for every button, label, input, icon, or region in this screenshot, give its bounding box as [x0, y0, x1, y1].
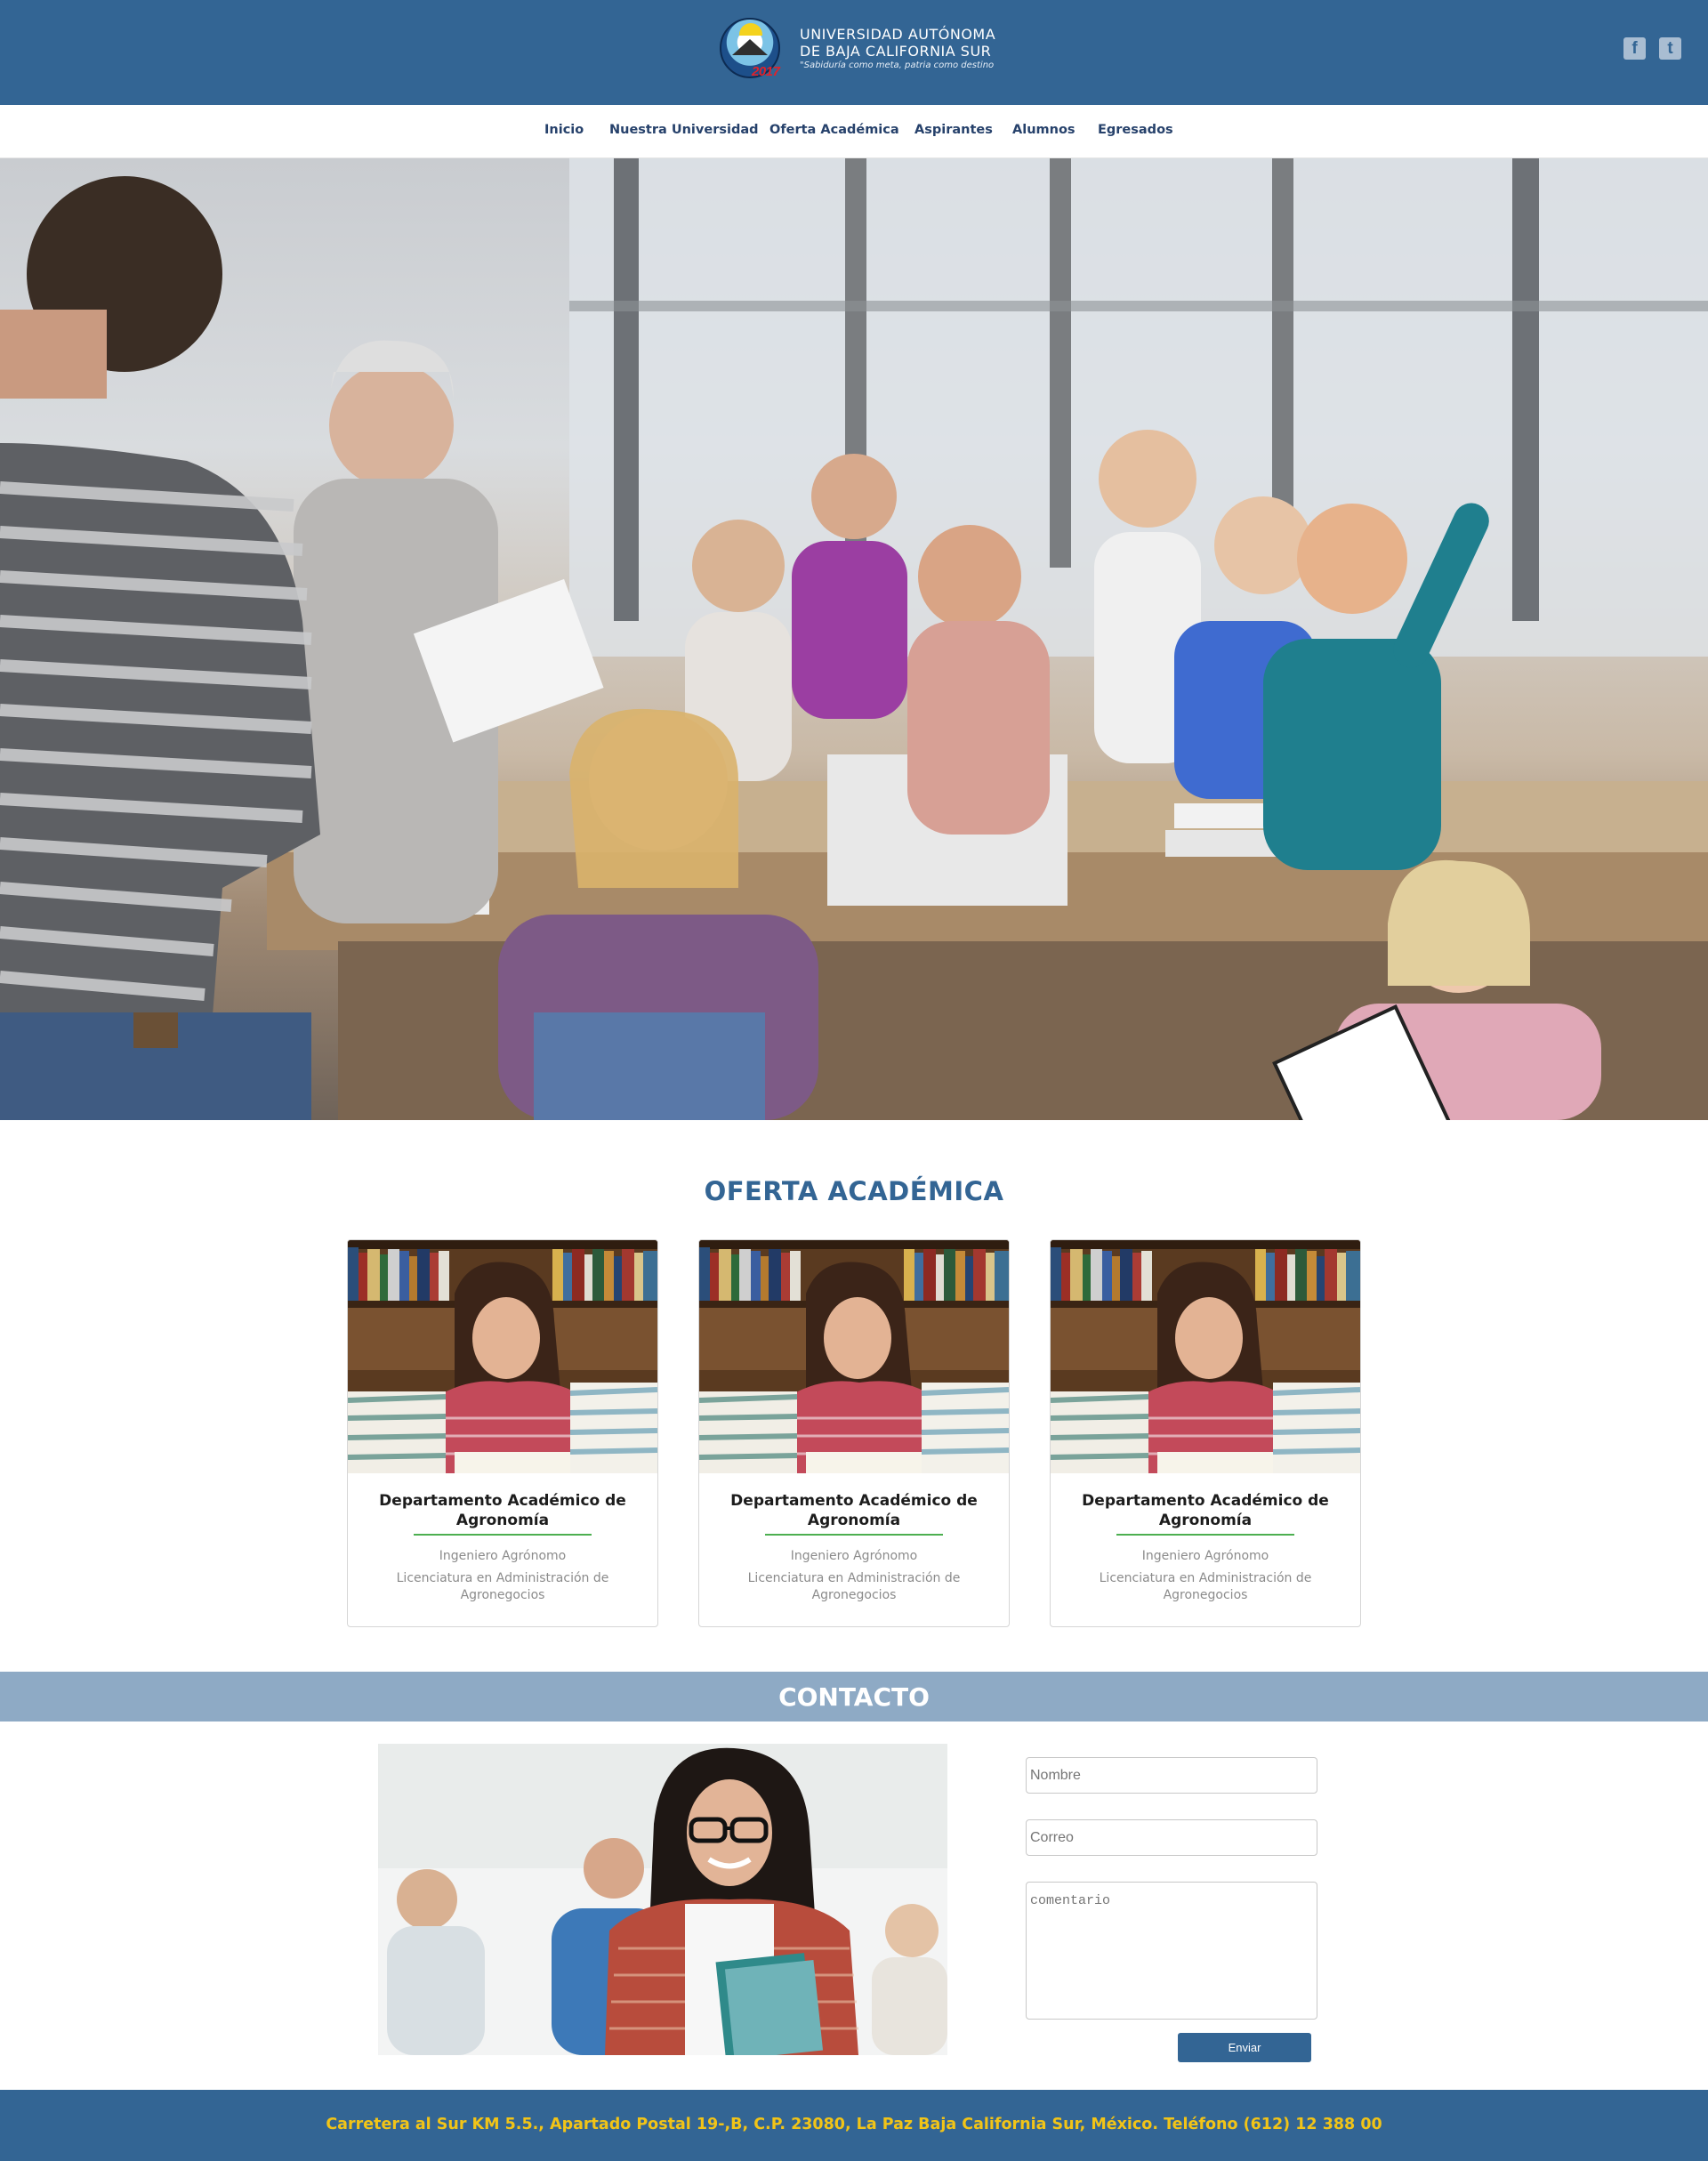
brand-text: UNIVERSIDAD AUTÓNOMA DE BAJA CALIFORNIA … — [800, 26, 995, 72]
program-item[interactable]: Agronegocios — [366, 1587, 640, 1604]
program-item[interactable]: Licenciatura en Administración de — [366, 1570, 640, 1587]
nav-item-oferta-academica[interactable]: Oferta Académica — [769, 123, 899, 137]
hero-image — [0, 158, 1708, 1120]
enviar-button[interactable]: Enviar — [1178, 2033, 1311, 2062]
site-header: 2017 UNIVERSIDAD AUTÓNOMA DE BAJA CALIFO… — [0, 0, 1708, 105]
student-studying-photo — [348, 1240, 657, 1473]
university-brand[interactable]: 2017 UNIVERSIDAD AUTÓNOMA DE BAJA CALIFO… — [718, 16, 1003, 82]
contacto-title: CONTACTO — [778, 1682, 930, 1712]
comentario-field[interactable] — [1026, 1882, 1317, 2020]
correo-field[interactable] — [1026, 1819, 1317, 1856]
title-underline — [1116, 1534, 1294, 1536]
student-studying-photo — [1051, 1240, 1360, 1473]
classroom-photo — [0, 158, 1708, 1120]
main-nav: Inicio Nuestra Universidad Oferta Académ… — [0, 105, 1708, 158]
brand-line-2: DE BAJA CALIFORNIA SUR — [800, 43, 992, 60]
nombre-field[interactable] — [1026, 1757, 1317, 1794]
program-item[interactable]: Licenciatura en Administración de — [717, 1570, 991, 1587]
program-card-title: Departamento Académico de Agronomía — [730, 1492, 978, 1529]
university-seal-icon: 2017 — [718, 16, 794, 82]
nav-item-nuestra-universidad[interactable]: Nuestra Universidad — [609, 123, 759, 137]
program-card-title: Departamento Académico de Agronomía — [379, 1492, 626, 1529]
oferta-academica-title: OFERTA ACADÉMICA — [704, 1176, 1004, 1206]
nav-item-inicio[interactable]: Inicio — [544, 123, 584, 137]
nav-item-egresados[interactable]: Egresados — [1098, 123, 1173, 137]
title-underline — [414, 1534, 592, 1536]
seal-year: 2017 — [752, 64, 780, 79]
facebook-icon[interactable]: f — [1623, 37, 1646, 60]
program-item[interactable]: Agronegocios — [717, 1587, 991, 1604]
program-item[interactable]: Ingeniero Agrónomo — [1068, 1548, 1342, 1565]
brand-motto: "Sabiduría como meta, patria como destin… — [800, 60, 995, 70]
program-card-title: Departamento Académico de Agronomía — [1082, 1492, 1329, 1529]
nav-item-alumnos[interactable]: Alumnos — [1012, 123, 1076, 137]
contact-photo — [378, 1744, 947, 2055]
program-item[interactable]: Ingeniero Agrónomo — [717, 1548, 991, 1565]
title-underline — [765, 1534, 943, 1536]
program-item[interactable]: Licenciatura en Administración de — [1068, 1570, 1342, 1587]
site-footer: Carretera al Sur KM 5.5., Apartado Posta… — [0, 2090, 1708, 2161]
program-card[interactable]: Departamento Académico de Agronomía Inge… — [347, 1239, 658, 1627]
program-card[interactable]: Departamento Académico de Agronomía Inge… — [1050, 1239, 1361, 1627]
student-studying-photo — [699, 1240, 1009, 1473]
program-item[interactable]: Agronegocios — [1068, 1587, 1342, 1604]
twitter-icon[interactable]: t — [1659, 37, 1681, 60]
brand-line-1: UNIVERSIDAD AUTÓNOMA — [800, 26, 996, 43]
program-card[interactable]: Departamento Académico de Agronomía Inge… — [698, 1239, 1010, 1627]
contact-band: CONTACTO — [0, 1672, 1708, 1722]
nav-item-aspirantes[interactable]: Aspirantes — [914, 123, 993, 137]
program-item[interactable]: Ingeniero Agrónomo — [366, 1548, 640, 1565]
footer-address: Carretera al Sur KM 5.5., Apartado Posta… — [326, 2116, 1382, 2133]
